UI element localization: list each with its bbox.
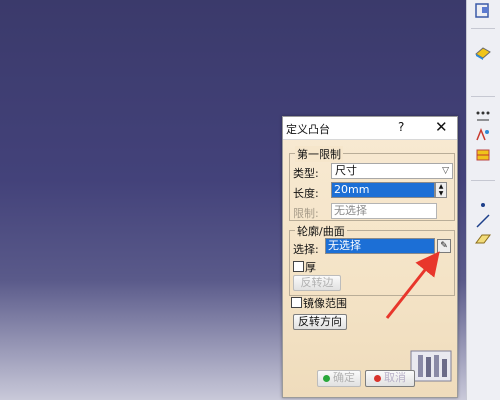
ok-status-icon <box>323 374 330 382</box>
limit-label: 限制: <box>293 207 319 220</box>
close-button[interactable]: ✕ <box>435 118 448 136</box>
reverse-side-button[interactable]: 反转边 <box>293 275 341 291</box>
plane-icon[interactable] <box>473 230 493 248</box>
limit-input[interactable]: 无选择 <box>331 203 437 219</box>
reverse-direction-button[interactable]: 反转方向 <box>293 314 347 330</box>
line-icon[interactable] <box>473 212 493 230</box>
type-select-value: 尺寸 <box>335 164 357 177</box>
type-select[interactable]: 尺寸 ▽ <box>331 163 453 179</box>
thick-label: 厚 <box>305 261 316 274</box>
cancel-label: 取消 <box>384 371 406 384</box>
points-icon[interactable] <box>473 108 493 126</box>
pocket-icon[interactable] <box>473 146 493 164</box>
dialog-titlebar: 定义凸台 ? ✕ <box>283 117 457 140</box>
dialog-title: 定义凸台 <box>286 123 330 136</box>
length-label: 长度: <box>293 187 319 200</box>
type-label: 类型: <box>293 167 319 180</box>
cancel-button[interactable]: 取消 <box>365 370 415 387</box>
thick-checkbox[interactable] <box>293 261 304 272</box>
sketch-edit-icon[interactable]: ✎ <box>437 239 451 253</box>
pad-feature-icon <box>410 350 452 382</box>
first-limit-legend: 第一限制 <box>295 146 343 162</box>
length-input[interactable]: 20mm <box>331 182 435 198</box>
ok-label: 确定 <box>333 371 355 384</box>
mirror-checkbox[interactable] <box>291 297 302 308</box>
cancel-status-icon <box>374 374 381 382</box>
sketch-box-icon[interactable] <box>473 2 493 20</box>
ok-button[interactable]: 确定 <box>317 370 361 387</box>
surface-icon[interactable] <box>473 44 493 62</box>
length-spinner[interactable]: ▲ ▼ <box>435 182 447 198</box>
chevron-down-icon: ▽ <box>442 166 449 176</box>
pad-definition-dialog: 定义凸台 ? ✕ 第一限制 类型: 尺寸 ▽ 长度: 20mm ▲ ▼ 限制: 无… <box>282 116 458 398</box>
right-toolbar <box>466 0 500 400</box>
transform-icon[interactable] <box>473 126 493 144</box>
profile-select-input[interactable]: 无选择 <box>325 238 435 254</box>
help-button[interactable]: ? <box>398 120 404 134</box>
mirror-label: 镜像范围 <box>303 297 347 310</box>
profile-legend: 轮廓/曲面 <box>295 223 347 239</box>
select-label: 选择: <box>293 243 319 256</box>
